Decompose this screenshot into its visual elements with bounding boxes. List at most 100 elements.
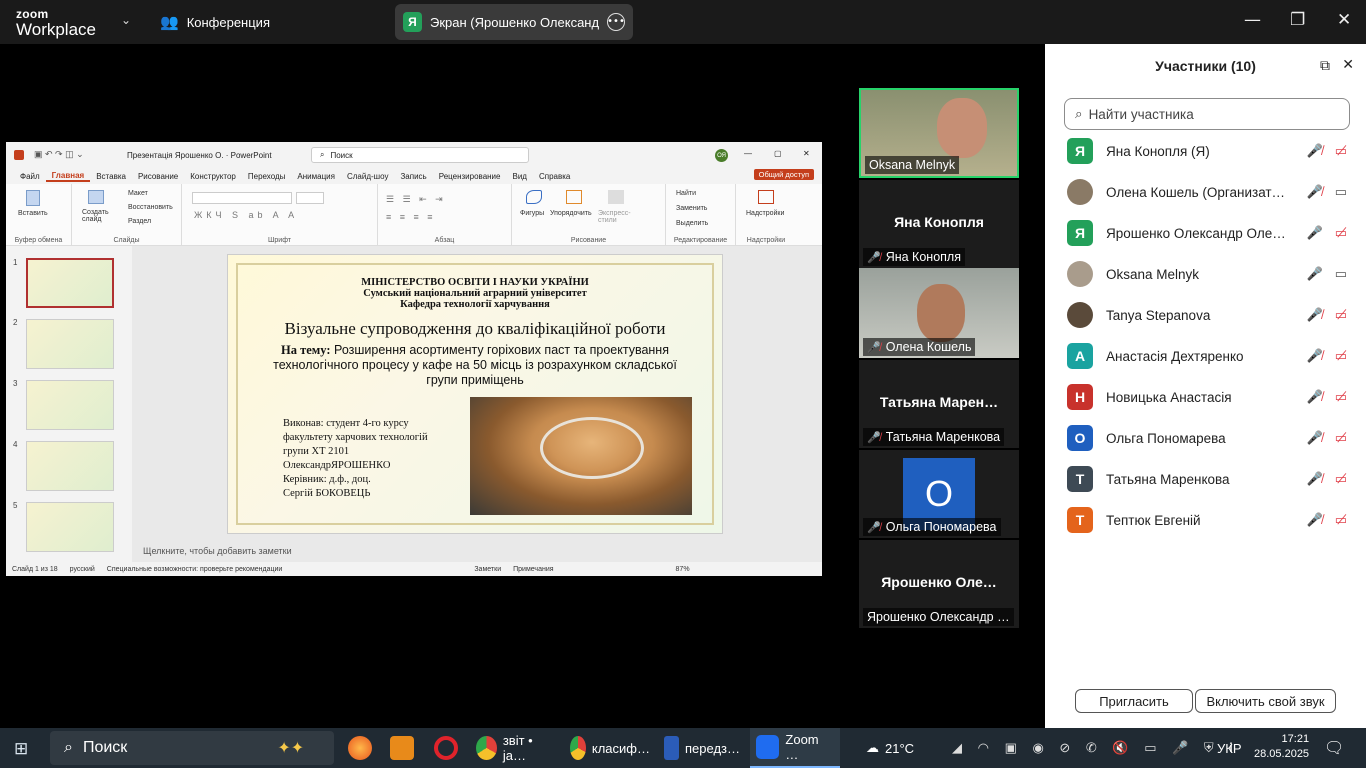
opera-icon[interactable] xyxy=(434,736,458,760)
menu-view[interactable]: Вид xyxy=(506,172,532,181)
taskbar-app-zoom[interactable]: Zoom … xyxy=(750,728,840,768)
shapes-button[interactable]: Фигуры xyxy=(520,210,544,217)
addins-icon[interactable] xyxy=(758,190,774,204)
replace-button[interactable]: Заменить xyxy=(676,205,707,212)
participant-row[interactable]: Н Новицька Анастасія 🎤̸ ▭̸ xyxy=(1067,382,1347,412)
paste-button[interactable]: Вставить xyxy=(18,210,48,217)
maximize-icon[interactable]: ❐ xyxy=(1290,10,1305,30)
addins-button[interactable]: Надстройки xyxy=(746,210,784,217)
participant-row[interactable]: Tanya Stepanova 🎤̸ ▭̸ xyxy=(1067,300,1347,330)
notification-icon[interactable]: 🗨 xyxy=(1324,738,1344,758)
align-icons[interactable]: ≡ ≡ ≡ ≡ xyxy=(386,212,436,222)
firefox-icon[interactable] xyxy=(348,736,372,760)
windows-start-icon[interactable]: ⊞ xyxy=(14,739,28,759)
quick-access-icons[interactable]: ▣ ↶ ↷ ◫ ⌄ xyxy=(34,149,84,160)
shared-powerpoint: ▣ ↶ ↷ ◫ ⌄ Презентація Ярошенко О. · Powe… xyxy=(6,142,822,576)
invite-button[interactable]: Пригласить xyxy=(1075,689,1193,713)
status-accessibility[interactable]: Специальные возможности: проверьте реком… xyxy=(107,566,283,573)
taskbar-app-chrome-1[interactable]: звіт • ја… xyxy=(470,728,558,768)
menu-home[interactable]: Главная xyxy=(45,171,91,182)
menu-draw[interactable]: Рисование xyxy=(132,172,184,181)
participant-search-input[interactable]: ⌕ Найти участника xyxy=(1064,98,1350,130)
weather-widget[interactable]: ☁ 21°C xyxy=(866,728,914,768)
menu-design[interactable]: Конструктор xyxy=(184,172,242,181)
participant-row[interactable]: Oksana Melnyk 🎤 ▭ xyxy=(1067,259,1347,289)
new-slide-icon[interactable] xyxy=(88,190,104,204)
video-tile-olena[interactable]: 🎤̸ Олена Кошель xyxy=(859,268,1019,358)
video-tile-yana[interactable]: Яна Конопля 🎤̸ Яна Конопля xyxy=(859,180,1019,268)
participant-row[interactable]: Я Ярошенко Олександр Олег… 🎤 ▭̸ xyxy=(1067,218,1347,248)
arrange-icon[interactable] xyxy=(566,190,582,204)
layout-button[interactable]: Макет xyxy=(128,190,148,197)
list-icons[interactable]: ☰ ☰ ⇤ ⇥ xyxy=(386,194,446,205)
screen-share-pill[interactable]: Я Экран (Ярошенко Олександр Ол ••• xyxy=(395,4,633,40)
ppt-minimize-icon[interactable]: — xyxy=(744,149,752,158)
status-notes-button[interactable]: Заметки xyxy=(474,566,501,573)
video-tile-yaroshenko[interactable]: Ярошенко Оле… Ярошенко Олександр … xyxy=(859,540,1019,628)
conference-button[interactable]: 👥 Конференция xyxy=(160,13,270,31)
tray-icons[interactable]: ◢ ◠ ▣ ◉ ⊘ ✆ 🔇 ▭ 🎤 ⛨ ℹ xyxy=(952,728,1239,768)
ppt-titlebar: ▣ ↶ ↷ ◫ ⌄ Презентація Ярошенко О. · Powe… xyxy=(6,142,822,168)
clock[interactable]: 17:21 28.05.2025 xyxy=(1254,732,1309,762)
slide-thumb-4[interactable] xyxy=(26,441,114,491)
slide-thumb-5[interactable] xyxy=(26,502,114,552)
font-family-select[interactable] xyxy=(192,192,292,204)
shapes-icon[interactable] xyxy=(526,190,542,204)
video-tile-olga[interactable]: О 🎤̸ Ольга Пономарева xyxy=(859,450,1019,538)
select-button[interactable]: Выделить xyxy=(676,220,708,227)
close-panel-icon[interactable]: ✕ xyxy=(1342,56,1354,73)
menu-file[interactable]: Файл xyxy=(14,172,46,181)
popout-icon[interactable]: ⧉ xyxy=(1320,57,1330,74)
menu-help[interactable]: Справка xyxy=(533,172,576,181)
close-icon[interactable]: ✕ xyxy=(1337,10,1351,30)
menu-record[interactable]: Запись xyxy=(394,172,432,181)
paste-icon[interactable] xyxy=(26,190,40,206)
section-button[interactable]: Раздел xyxy=(128,218,151,225)
participant-row[interactable]: Т Татьяна Маренкова 🎤̸ ▭̸ xyxy=(1067,464,1347,494)
menu-slideshow[interactable]: Слайд-шоу xyxy=(341,172,394,181)
menu-review[interactable]: Рецензирование xyxy=(433,172,507,181)
new-slide-button[interactable]: Создать слайд xyxy=(82,209,116,223)
chevron-down-icon[interactable]: ⌄ xyxy=(121,13,131,27)
participant-row[interactable]: Олена Кошель (Организатор) 🎤̸ ▭ xyxy=(1067,177,1347,207)
participant-row[interactable]: Я Яна Конопля (Я) 🎤̸ ▭̸ xyxy=(1067,136,1347,166)
font-format-icons[interactable]: ЖКЧ S ab A A xyxy=(194,210,298,220)
ppt-search[interactable]: ⌕ Поиск xyxy=(311,147,529,163)
status-language[interactable]: русский xyxy=(70,566,95,573)
taskbar-search[interactable]: ⌕ Поиск ✦✦ xyxy=(50,731,334,765)
quick-styles-icon[interactable] xyxy=(608,190,624,204)
unmute-button[interactable]: Включить свой звук xyxy=(1195,689,1336,713)
language-indicator[interactable]: УКР xyxy=(1217,728,1242,768)
taskbar-app-word[interactable]: передз… xyxy=(658,728,746,768)
status-zoom[interactable]: 87% xyxy=(676,566,690,573)
slide-thumb-1[interactable] xyxy=(26,258,114,308)
reset-button[interactable]: Восстановить xyxy=(128,204,173,211)
participant-row[interactable]: А Анастасія Дехтяренко 🎤̸ ▭̸ xyxy=(1067,341,1347,371)
ppt-share-button[interactable]: Общий доступ xyxy=(753,169,814,180)
menu-animation[interactable]: Анимация xyxy=(291,172,341,181)
menu-transitions[interactable]: Переходы xyxy=(242,172,292,181)
minimize-icon[interactable]: — xyxy=(1244,10,1261,30)
slide-thumb-2[interactable] xyxy=(26,319,114,369)
current-slide[interactable]: МІНІСТЕРСТВО ОСВІТИ І НАУКИ УКРАЇНИ Сумс… xyxy=(227,254,723,534)
taskbar-app-chrome-2[interactable]: класиф… xyxy=(564,728,656,768)
participant-row[interactable]: О Ольга Пономарева 🎤̸ ▭̸ xyxy=(1067,423,1347,453)
arrange-button[interactable]: Упорядочить xyxy=(550,210,592,217)
ppt-maximize-icon[interactable]: ▢ xyxy=(774,149,782,158)
participant-row[interactable]: Т Тептюк Евгеній 🎤̸ ▭̸ xyxy=(1067,505,1347,535)
status-comments-button[interactable]: Примечания xyxy=(513,566,553,573)
find-button[interactable]: Найти xyxy=(676,190,696,197)
video-tile-tatyana[interactable]: Татьяна Марен… 🎤̸ Татьяна Маренкова xyxy=(859,360,1019,448)
quick-styles-button[interactable]: Экспресс-стили xyxy=(598,210,638,224)
notes-pane[interactable]: Щелкните, чтобы добавить заметки xyxy=(143,546,292,556)
video-tile-oksana[interactable]: Oksana Melnyk xyxy=(859,88,1019,178)
ppt-user-avatar[interactable]: ОЯ xyxy=(715,149,728,162)
menu-insert[interactable]: Вставка xyxy=(90,172,132,181)
slide-thumb-3[interactable] xyxy=(26,380,114,430)
participant-status-icons: 🎤̸ ▭̸ xyxy=(1307,348,1347,364)
ppt-close-icon[interactable]: ✕ xyxy=(803,149,810,158)
app-icon[interactable] xyxy=(390,736,414,760)
more-icon[interactable]: ••• xyxy=(607,13,625,31)
font-size-select[interactable] xyxy=(296,192,324,204)
mic-muted-icon: 🎤̸ xyxy=(1306,471,1323,486)
